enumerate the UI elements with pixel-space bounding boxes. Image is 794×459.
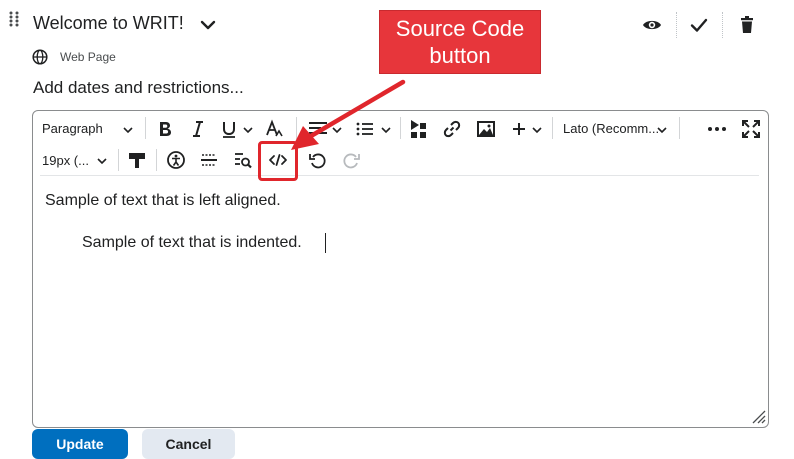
fullscreen-icon[interactable]	[741, 119, 761, 139]
italic-icon[interactable]	[188, 119, 208, 139]
text-format-icon[interactable]	[264, 119, 284, 139]
trash-icon[interactable]	[736, 14, 758, 36]
font-select[interactable]: Lato (Recomm...	[563, 121, 659, 145]
annotation-callout: Source Code button	[379, 10, 541, 74]
chevron-down-icon[interactable]	[531, 124, 543, 136]
visibility-eye-icon[interactable]	[641, 14, 663, 36]
preview-icon[interactable]	[233, 150, 253, 170]
page-title: Welcome to WRIT!	[33, 13, 184, 33]
chevron-down-icon[interactable]	[242, 124, 254, 136]
format-select[interactable]: Paragraph	[42, 121, 103, 145]
horizontal-rule-icon[interactable]	[199, 150, 219, 170]
link-icon[interactable]	[442, 119, 462, 139]
annotation-arrow	[291, 79, 406, 150]
accessibility-icon[interactable]	[166, 150, 186, 170]
chevron-down-icon[interactable]	[198, 15, 218, 35]
drag-handle-icon[interactable]	[8, 11, 20, 27]
checkmark-icon[interactable]	[688, 14, 710, 36]
underline-icon[interactable]	[219, 119, 239, 139]
font-select-label: Lato (Recomm...	[563, 121, 660, 136]
font-size-select[interactable]: 19px (...	[42, 153, 89, 177]
toolbar-separator	[145, 117, 146, 139]
header-separator	[722, 12, 723, 38]
resize-handle-icon[interactable]	[750, 408, 766, 424]
content-paragraph-indented: Sample of text that is indented.	[82, 234, 302, 251]
callout-line-2: button	[429, 43, 491, 68]
globe-icon	[32, 49, 48, 65]
update-button[interactable]: Update	[32, 429, 128, 459]
content-paragraph-left-aligned: Sample of text that is left aligned.	[45, 192, 281, 209]
font-size-select-label: 19px (...	[42, 153, 89, 168]
toolbar-separator	[156, 149, 157, 171]
callout-line-1: Source Code	[395, 16, 525, 41]
add-dates-link[interactable]: Add dates and restrictions...	[33, 78, 244, 98]
content-type-label: Web Page	[60, 50, 116, 64]
image-icon[interactable]	[476, 119, 496, 139]
bold-icon[interactable]	[155, 119, 175, 139]
toolbar-separator	[679, 117, 680, 139]
more-icon[interactable]	[706, 120, 728, 138]
toolbar-separator	[118, 149, 119, 171]
chevron-down-icon[interactable]	[656, 124, 668, 136]
toolbar-separator	[552, 117, 553, 139]
chevron-down-icon[interactable]	[122, 124, 134, 136]
cancel-button[interactable]: Cancel	[142, 429, 235, 459]
chevron-down-icon[interactable]	[96, 155, 108, 167]
plus-icon[interactable]	[510, 120, 528, 138]
insert-element-icon[interactable]	[409, 118, 429, 140]
toolbar-divider	[40, 175, 759, 176]
format-painter-icon[interactable]	[127, 150, 147, 170]
text-caret	[325, 233, 326, 253]
format-select-label: Paragraph	[42, 121, 103, 136]
header-separator	[676, 12, 677, 38]
